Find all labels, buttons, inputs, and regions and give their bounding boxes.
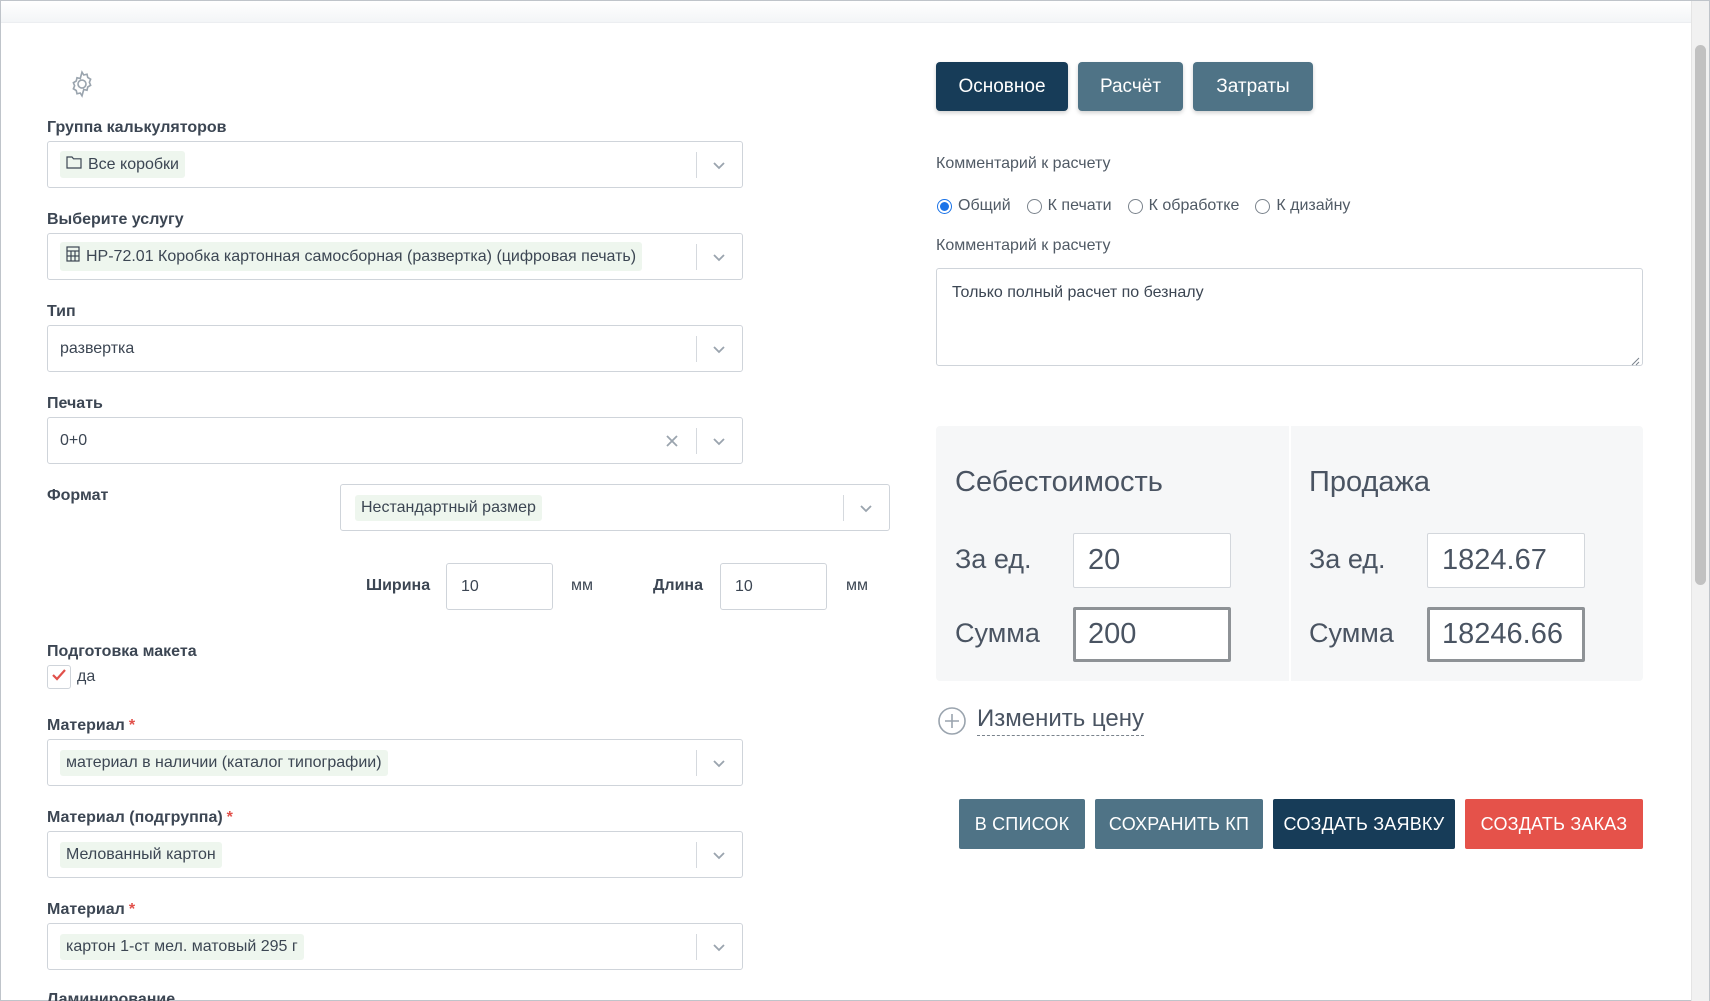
sale-per-unit-label: За ед.: [1309, 544, 1386, 574]
sale-per-unit-input[interactable]: 1824.67: [1427, 533, 1585, 588]
type-value: развертка: [60, 339, 135, 357]
radio-dot[interactable]: [937, 198, 952, 214]
pricing-divider: [1289, 426, 1291, 681]
comment-type-radios: Общий К печати К обработке К дизайну: [937, 197, 1366, 215]
scrollbar-thumb[interactable]: [1695, 45, 1706, 585]
calculator-group-select[interactable]: Все коробки: [47, 141, 743, 188]
length-unit: мм: [846, 577, 868, 594]
comment-text: Только полный расчет по безналу: [952, 284, 1204, 301]
chevron-down-icon[interactable]: [710, 340, 728, 358]
tab-main[interactable]: Основное: [936, 62, 1068, 111]
comment-section-label: Комментарий к расчету: [936, 155, 1111, 172]
service-select[interactable]: НР-72.01 Коробка картонная самосборная (…: [47, 233, 743, 280]
material-subgroup-select[interactable]: Мелованный картон: [47, 831, 743, 878]
radio-print[interactable]: К печати: [1026, 197, 1112, 215]
layout-prep-checkbox[interactable]: [47, 665, 71, 689]
resize-handle-icon[interactable]: [1630, 353, 1640, 366]
length-label: Длина: [653, 577, 703, 594]
tab-calculation[interactable]: Расчёт: [1078, 62, 1183, 111]
print-select[interactable]: 0+0: [47, 417, 743, 464]
length-input[interactable]: 10: [720, 563, 827, 610]
chevron-down-icon[interactable]: [710, 156, 728, 174]
print-value: 0+0: [60, 431, 88, 449]
plus-circle-icon[interactable]: [937, 706, 967, 736]
cost-total-input[interactable]: 200: [1073, 607, 1231, 662]
chevron-down-icon[interactable]: [710, 754, 728, 772]
clear-icon[interactable]: [662, 431, 682, 451]
type-label: Тип: [47, 303, 76, 320]
cost-total-label: Сумма: [955, 618, 1040, 648]
format-label: Формат: [47, 487, 109, 504]
chevron-down-icon[interactable]: [857, 499, 875, 517]
width-unit: мм: [571, 577, 593, 594]
calculator-group-value: Все коробки: [60, 151, 185, 178]
radio-dot[interactable]: [1127, 198, 1143, 214]
folder-icon: [66, 155, 82, 174]
save-kp-button[interactable]: СОХРАНИТЬ КП: [1095, 799, 1263, 849]
cost-per-unit-input[interactable]: 20: [1073, 533, 1231, 588]
material-label: Материал *: [47, 717, 136, 734]
width-input[interactable]: 10: [446, 563, 553, 610]
type-select[interactable]: развертка: [47, 325, 743, 372]
chevron-down-icon[interactable]: [710, 846, 728, 864]
calculator-icon: [66, 246, 80, 267]
radio-dot[interactable]: [1026, 198, 1042, 214]
material-subgroup-value: Мелованный картон: [60, 841, 222, 868]
material-item-label: Материал *: [47, 901, 136, 918]
radio-processing[interactable]: К обработке: [1127, 197, 1239, 215]
cost-title: Себестоимость: [955, 466, 1163, 498]
calculator-group-label: Группа калькуляторов: [47, 119, 227, 136]
tab-costs[interactable]: Затраты: [1193, 62, 1313, 111]
radio-dot[interactable]: [1255, 198, 1271, 214]
service-label: Выберите услугу: [47, 211, 184, 228]
create-request-button[interactable]: СОЗДАТЬ ЗАЯВКУ: [1273, 799, 1455, 849]
material-item-value: картон 1-ст мел. матовый 295 г: [60, 933, 304, 960]
top-bar: [1, 1, 1691, 23]
vertical-scrollbar[interactable]: [1691, 1, 1709, 1001]
material-value: материал в наличии (каталог типографии): [60, 749, 388, 776]
create-order-button[interactable]: СОЗДАТЬ ЗАКАЗ: [1465, 799, 1643, 849]
format-select[interactable]: Нестандартный размер: [340, 484, 890, 531]
comment-field-label: Комментарий к расчету: [936, 237, 1111, 254]
width-label: Ширина: [366, 577, 431, 594]
change-price-link[interactable]: Изменить цену: [937, 705, 1145, 736]
layout-prep-option-label: да: [77, 668, 96, 685]
material-subgroup-label: Материал (подгруппа) *: [47, 809, 233, 826]
radio-general[interactable]: Общий: [937, 197, 1011, 215]
chevron-down-icon[interactable]: [710, 248, 728, 266]
format-value: Нестандартный размер: [355, 494, 542, 521]
sale-total-label: Сумма: [1309, 618, 1394, 648]
print-label: Печать: [47, 395, 103, 412]
to-list-button[interactable]: В СПИСОК: [959, 799, 1085, 849]
service-value: НР-72.01 Коробка картонная самосборная (…: [60, 242, 643, 271]
gear-icon[interactable]: [67, 69, 97, 99]
comment-textarea[interactable]: Только полный расчет по безналу: [936, 268, 1643, 366]
chevron-down-icon[interactable]: [710, 938, 728, 956]
chevron-down-icon[interactable]: [710, 432, 728, 450]
material-item-select[interactable]: картон 1-ст мел. матовый 295 г: [47, 923, 743, 970]
checkmark-icon: [51, 668, 67, 687]
lamination-label: Ламинирование: [47, 991, 176, 1001]
radio-design[interactable]: К дизайну: [1255, 197, 1350, 215]
change-price-label[interactable]: Изменить цену: [977, 705, 1145, 736]
layout-prep-label: Подготовка макета: [47, 643, 197, 660]
sale-total-input[interactable]: 18246.66: [1427, 607, 1585, 662]
material-select[interactable]: материал в наличии (каталог типографии): [47, 739, 743, 786]
sale-title: Продажа: [1309, 466, 1431, 498]
cost-per-unit-label: За ед.: [955, 544, 1032, 574]
